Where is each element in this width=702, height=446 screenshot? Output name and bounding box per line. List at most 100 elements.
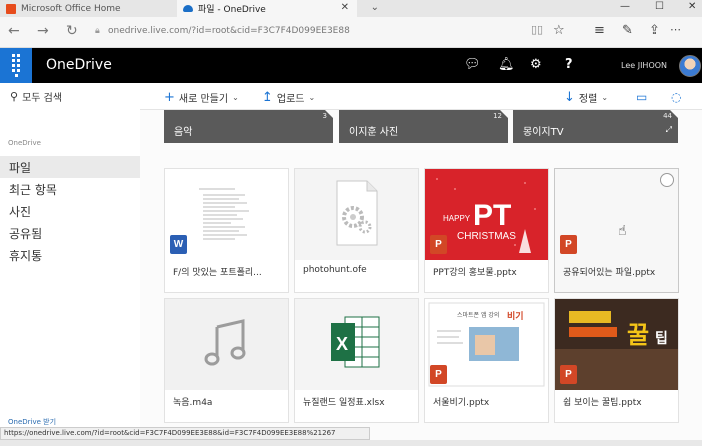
nav-item-label: 휴지통 xyxy=(9,248,43,263)
powerpoint-icon: P xyxy=(430,235,447,254)
back-arrow-icon[interactable]: ← xyxy=(8,23,20,39)
chevron-down-icon: ⌄ xyxy=(601,93,609,102)
file-tile[interactable]: 녹음.m4a xyxy=(164,298,289,423)
svg-text:CHRISTMAS: CHRISTMAS xyxy=(457,231,516,242)
svg-text:HAPPY: HAPPY xyxy=(443,214,471,223)
web-note-icon[interactable]: ✎ xyxy=(622,23,633,38)
file-tile[interactable]: 꿀 팁 P 쉽 보이는 꿀팁.pptx xyxy=(554,298,679,423)
upload-arrow-icon: ↥ xyxy=(262,90,273,105)
folder-count: 44 xyxy=(663,112,672,120)
nav-item-photos[interactable]: 사진 xyxy=(0,200,140,222)
new-label: 새로 만들기 xyxy=(178,94,229,105)
word-icon: W xyxy=(170,235,187,254)
file-tile[interactable]: 스마트폰 앱 강의 비기 P 서울비기.pptx xyxy=(424,298,549,423)
sort-label: 정렬 xyxy=(578,94,598,105)
tab-list-chevron-icon[interactable]: ⌄ xyxy=(371,2,379,13)
user-name[interactable]: Lee JIHOON xyxy=(621,61,667,70)
file-name: 서울비기.pptx xyxy=(433,398,490,408)
sort-button[interactable]: ↓ 정렬 ⌄ xyxy=(564,90,608,105)
nav-item-files[interactable]: 파일 xyxy=(0,156,140,178)
folder-tile[interactable]: 3 음악 xyxy=(164,110,333,143)
file-name: 쉽 보이는 꿀팁.pptx xyxy=(563,398,642,408)
nav-section-label: OneDrive xyxy=(8,139,41,147)
shared-folder-icon: ⤢ xyxy=(665,125,672,134)
maximize-icon[interactable]: ☐ xyxy=(655,1,664,12)
file-name: 뉴질랜드 일정표.xlsx xyxy=(303,398,385,408)
search-box[interactable]: ⚲ 모두 검색 xyxy=(10,89,62,104)
svg-text:PT: PT xyxy=(473,199,511,232)
nav-item-shared[interactable]: 공유됨 xyxy=(0,222,140,244)
powerpoint-icon: P xyxy=(560,235,577,254)
tab-office-home[interactable]: Microsoft Office Home xyxy=(0,0,177,17)
folder-name: 이지훈 사진 xyxy=(349,127,399,138)
file-tile[interactable]: photohunt.ofe xyxy=(294,168,419,293)
brand-title[interactable]: OneDrive xyxy=(46,57,112,73)
close-tab-icon[interactable]: ✕ xyxy=(341,2,349,13)
audio-thumbnail xyxy=(165,299,288,390)
file-tile[interactable]: X 뉴질랜드 일정표.xlsx xyxy=(294,298,419,423)
notification-bell-icon[interactable]: 🔔︎ xyxy=(498,57,515,72)
select-checkbox[interactable] xyxy=(660,173,674,187)
onedrive-cloud-icon xyxy=(183,5,193,12)
svg-text:팁: 팁 xyxy=(655,331,668,347)
file-name: photohunt.ofe xyxy=(303,265,367,275)
minimize-icon[interactable]: — xyxy=(620,1,630,12)
tab-title: Microsoft Office Home xyxy=(21,3,121,14)
get-onedrive-link[interactable]: OneDrive 받기 xyxy=(8,417,56,427)
status-bar-url: https://onedrive.live.com/?id=root&cid=F… xyxy=(0,427,370,440)
folder-tile[interactable]: 44 몽이지TV ⤢ xyxy=(513,110,678,143)
folder-name: 몽이지TV xyxy=(523,127,564,138)
forward-arrow-icon[interactable]: → xyxy=(37,23,49,39)
sort-arrow-icon: ↓ xyxy=(564,90,575,105)
file-tile[interactable]: HAPPY PT CHRISTMAS P PPT강의 홍보물.pptx xyxy=(424,168,549,293)
settings-gear-icon[interactable]: ⚙ xyxy=(530,57,542,72)
more-icon[interactable]: ⋯ xyxy=(670,23,681,36)
office-icon xyxy=(6,3,16,14)
powerpoint-icon: P xyxy=(430,365,447,384)
excel-thumbnail: X xyxy=(295,299,418,390)
hub-icon[interactable]: ≡ xyxy=(594,23,605,38)
tab-onedrive[interactable]: 파일 - OneDrive ✕ ⌄ xyxy=(177,0,379,17)
file-name: 공유되어있는 파일.pptx xyxy=(563,268,656,278)
nav-item-label: 최근 항목 xyxy=(9,182,57,197)
file-name: PPT강의 홍보물.pptx xyxy=(433,268,517,278)
chat-icon[interactable]: 💬︎ xyxy=(464,57,481,72)
browser-address-bar: ← → ↻ 🔒︎ onedrive.live.com/?id=root&cid=… xyxy=(0,17,702,48)
powerpoint-icon: P xyxy=(560,365,577,384)
nav-item-recent[interactable]: 최근 항목 xyxy=(0,178,140,200)
nav-item-recycle-bin[interactable]: 휴지통 xyxy=(0,244,140,266)
generic-file-thumbnail xyxy=(295,169,418,260)
app-launcher-icon[interactable] xyxy=(0,48,32,83)
file-tile[interactable]: W F/의 맛있는 포트폴리... xyxy=(164,168,289,293)
tab-title: 파일 - OneDrive xyxy=(198,5,266,15)
command-bar: + 새로 만들기 ⌄ ↥ 업로드 ⌄ ↓ 정렬 ⌄ ▭ ◌ xyxy=(140,83,702,110)
plus-icon: + xyxy=(164,90,175,105)
window-close-icon[interactable]: ✕ xyxy=(688,1,696,12)
folder-count: 12 xyxy=(493,112,502,120)
folder-tile[interactable]: 12 이지훈 사진 xyxy=(339,110,508,143)
favorite-star-icon[interactable]: ☆ xyxy=(553,23,565,38)
svg-text:X: X xyxy=(336,334,348,354)
file-tile-selected[interactable]: ☝ P 공유되어있는 파일.pptx xyxy=(554,168,679,293)
upload-button[interactable]: ↥ 업로드 ⌄ xyxy=(262,90,315,105)
user-avatar[interactable] xyxy=(679,55,701,77)
upload-label: 업로드 xyxy=(276,94,305,105)
nav-item-label: 사진 xyxy=(9,204,32,219)
search-input[interactable]: 모두 검색 xyxy=(22,89,62,104)
info-pane-icon[interactable]: ◌ xyxy=(671,90,681,104)
new-button[interactable]: + 새로 만들기 ⌄ xyxy=(164,90,239,105)
refresh-icon[interactable]: ↻ xyxy=(66,23,78,39)
bottom-scroll-strip xyxy=(0,440,702,446)
help-icon[interactable]: ? xyxy=(565,57,573,72)
view-toggle-icon[interactable]: ▭ xyxy=(636,90,647,104)
svg-text:스마트폰 앱 강의: 스마트폰 앱 강의 xyxy=(457,311,499,319)
nav-item-label: 공유됨 xyxy=(9,226,43,241)
url-field[interactable]: onedrive.live.com/?id=root&cid=F3C7F4D09… xyxy=(108,26,350,36)
file-name: 녹음.m4a xyxy=(173,398,213,408)
svg-text:비기: 비기 xyxy=(507,310,524,322)
share-icon[interactable]: ⇪ xyxy=(649,23,660,38)
reading-view-icon[interactable]: ▯▯ xyxy=(531,23,543,36)
folder-name: 음악 xyxy=(174,127,193,138)
folder-count: 3 xyxy=(322,112,327,120)
file-name: F/의 맛있는 포트폴리... xyxy=(173,268,262,278)
